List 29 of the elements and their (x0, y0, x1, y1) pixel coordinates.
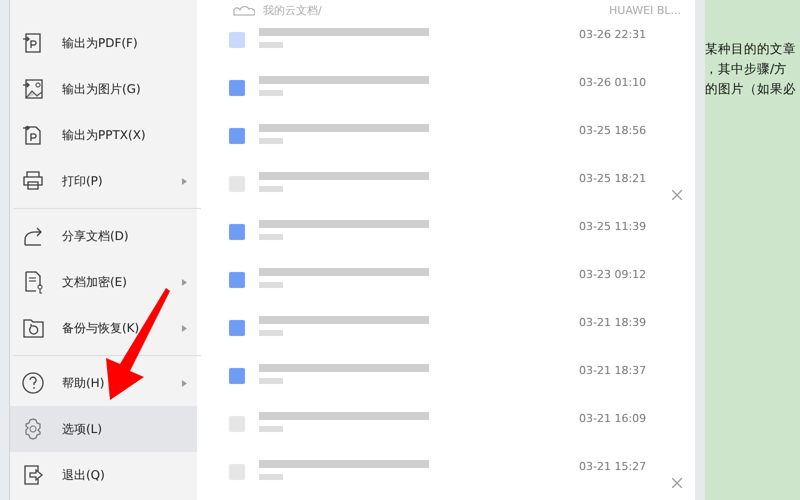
menu-item[interactable]: 选项(L) (10, 406, 197, 452)
folder-path: 我的云文档/ (263, 2, 323, 18)
modified-time: 03-25 18:56 (579, 124, 648, 137)
device-name: HUAWEI BL... (609, 4, 681, 16)
help-icon (22, 371, 46, 395)
modified-time: 03-21 15:27 (579, 460, 648, 473)
menu-item[interactable]: 文档加密(E) (10, 259, 197, 305)
document-text-line: 的图片（如果必 (705, 80, 797, 98)
modified-time: 03-26 22:31 (579, 28, 648, 41)
document-text-line: ，其中步骤/方 (705, 60, 788, 78)
menu-item[interactable]: 帮助(H) (10, 360, 197, 406)
modified-time: 03-21 16:09 (579, 412, 648, 425)
close-icon[interactable] (672, 190, 682, 200)
menu-item[interactable]: 输出为PPTX(X) (10, 112, 197, 158)
menu-item[interactable]: 分享文档(D) (10, 213, 197, 259)
cloud-icon (233, 4, 255, 16)
modified-time: 03-21 18:39 (579, 316, 648, 329)
menu-item[interactable]: 输出为图片(G) (10, 66, 197, 112)
modified-time: 03-25 11:39 (579, 220, 648, 233)
menu-item[interactable]: 退出(Q) (10, 452, 197, 498)
close-icon[interactable] (672, 478, 682, 488)
menu-item[interactable]: 备份与恢复(K) (10, 305, 197, 351)
modified-time: 03-26 01:10 (579, 76, 648, 89)
modified-time: 03-23 09:12 (579, 268, 648, 281)
menu-item[interactable]: 打印(P) (10, 158, 197, 204)
modified-time: 03-25 18:21 (579, 172, 648, 185)
document-text-line: 某种目的的文章 (705, 40, 797, 58)
menu-item[interactable]: 输出为PDF(F) (10, 20, 197, 66)
modified-time: 03-21 18:37 (579, 364, 648, 377)
